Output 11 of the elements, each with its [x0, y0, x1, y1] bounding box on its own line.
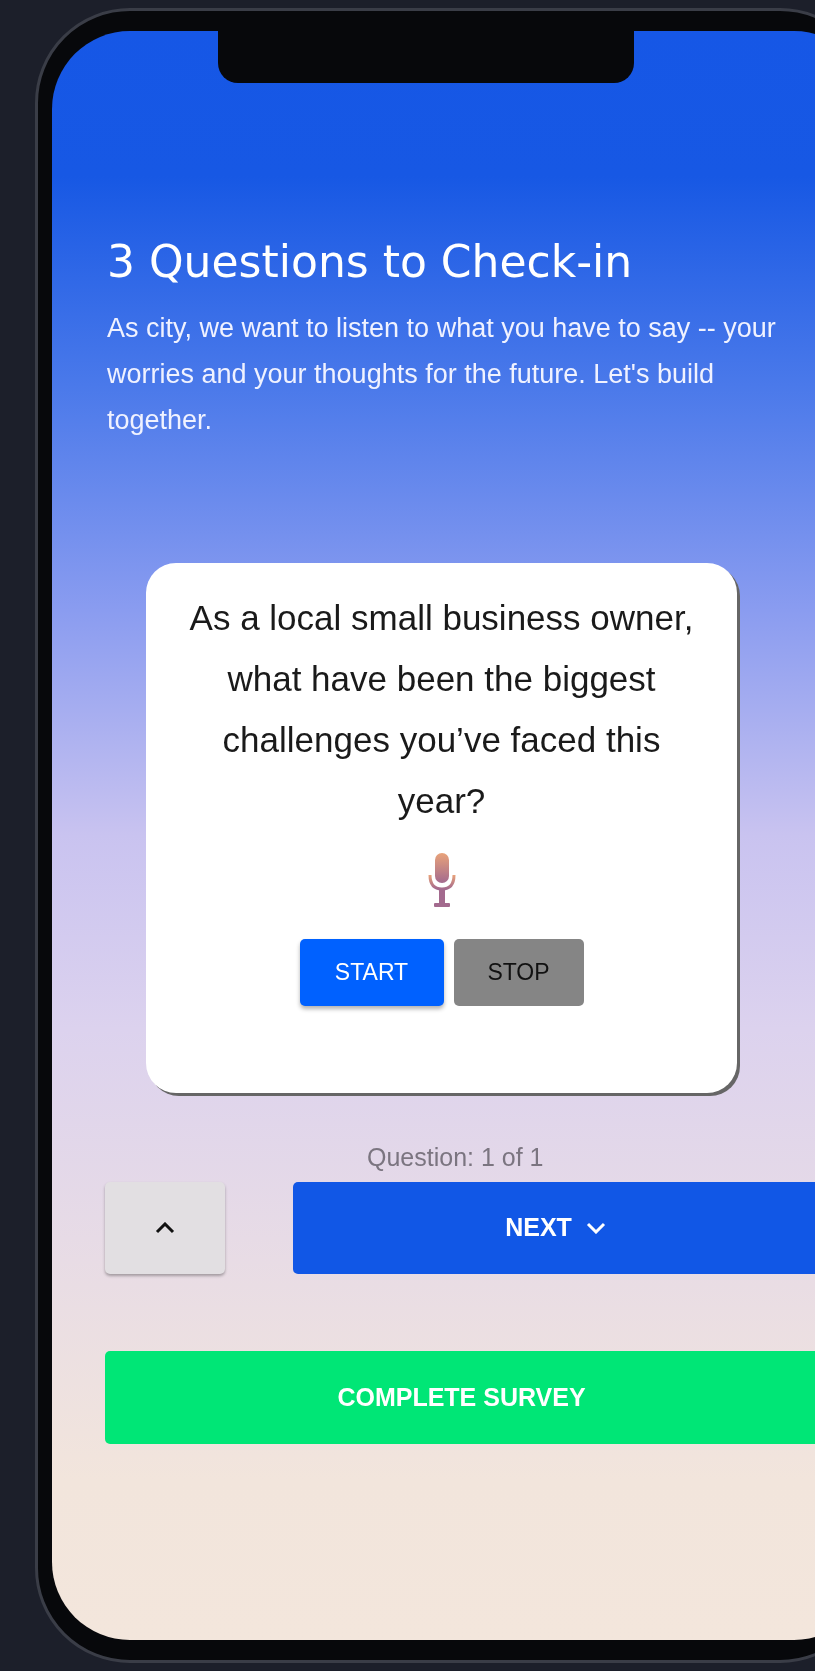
- previous-button[interactable]: [105, 1181, 225, 1274]
- question-counter: Question: 1 of 1: [367, 1142, 545, 1172]
- stop-button[interactable]: STOP: [453, 938, 584, 1006]
- start-button[interactable]: START: [299, 938, 444, 1006]
- chevron-up-icon: [155, 1221, 175, 1234]
- intro-text: As city, we want to listen to what you have to say -- your worries and your thoughts for the future. Let's build together.: [107, 311, 777, 437]
- chevron-down-icon: [585, 1221, 606, 1234]
- microphone-icon: [427, 852, 456, 907]
- next-button[interactable]: NEXT: [293, 1181, 815, 1274]
- question-text: As a local small business owner, what have been the biggest challenges you’ve faced this year?: [188, 596, 695, 822]
- page-title: 3 Questions to Check-in: [107, 236, 634, 289]
